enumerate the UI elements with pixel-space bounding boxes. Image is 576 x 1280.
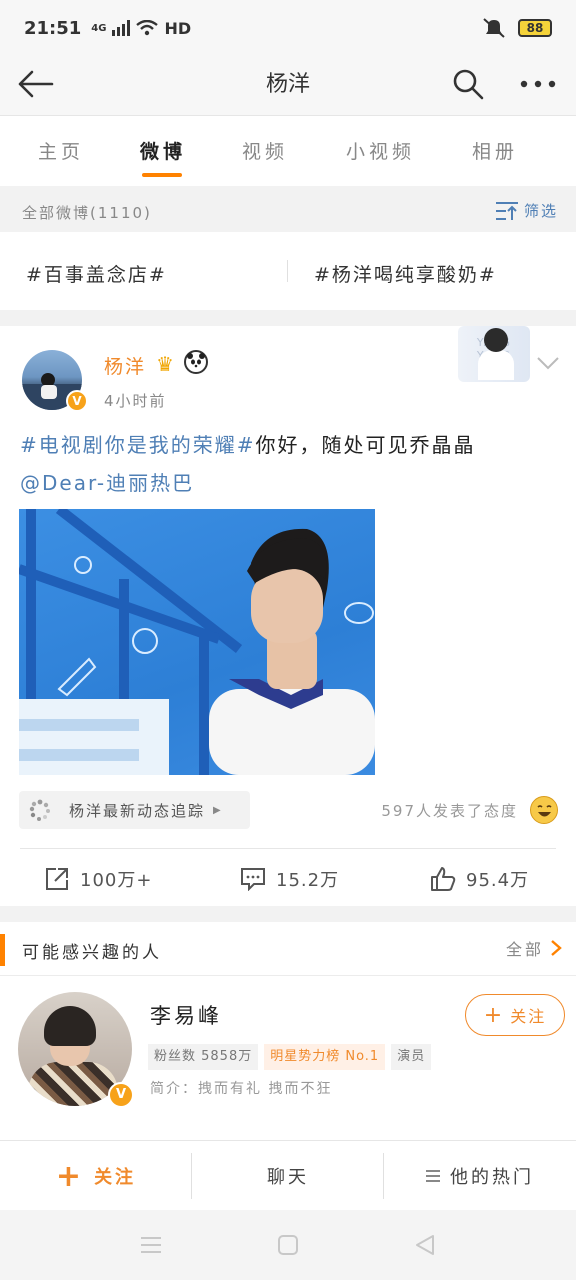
section-gap-2 [0,906,576,922]
verified-badge-icon: V [66,390,88,412]
reaction-summary[interactable]: 597人发表了态度 [381,800,518,821]
post-mention-link[interactable]: @Dear-迪丽热巴 [20,471,194,495]
post-image[interactable] [19,509,375,775]
profession-tag: 演员 [391,1044,432,1070]
hot-posts-button[interactable]: 他的热门 [384,1141,576,1211]
more-dots-icon [520,80,556,88]
crown-icon: ♛ [156,352,174,376]
post-body: 你好，随处可见乔晶晶 [255,433,476,457]
hot-posts-label: 他的热门 [450,1167,534,1188]
filter-bar: 全部微博(1110) 筛选 [0,186,576,232]
signal-icon [112,20,131,36]
topic-link-2[interactable]: #杨洋喝纯享酸奶# [314,260,497,287]
active-tab-indicator [142,173,182,177]
suggested-person-row[interactable]: V 李易峰 + 关注 粉丝数 5858万 明星势力榜 No.1 演员 简介：拽而… [0,976,576,1124]
chat-label: 聊天 [267,1167,309,1188]
tab-video[interactable]: 视频 [242,137,288,164]
tracker-arrow-icon: ▶ [213,804,223,816]
follow-person-label: 关注 [510,1007,547,1026]
filter-label: 筛选 [523,202,558,220]
hd-label: HD [164,18,192,38]
card-decoration-badge: YANG YANG [458,326,530,382]
repost-button[interactable]: 100万+ [44,866,152,892]
post-topic-link[interactable]: #电视剧你是我的荣耀# [20,433,256,457]
network-label: 4G [91,22,107,34]
tab-album[interactable]: 相册 [472,137,518,164]
battery-indicator: 88 [518,19,552,37]
thumbs-up-icon [431,867,456,891]
suggested-people-header: 可能感兴趣的人 全部 [0,922,576,976]
suggested-title: 可能感兴趣的人 [22,943,162,963]
repost-icon [46,868,68,890]
tracker-loader-icon [29,799,50,821]
recent-apps-icon[interactable] [140,1234,162,1256]
topic-link-1[interactable]: #百事盖念店# [26,260,167,287]
like-count: 95.4万 [466,870,530,891]
like-button[interactable]: 95.4万 [430,866,529,892]
follow-label: 关注 [94,1167,137,1188]
signal-indicator: 4G HD [91,19,191,38]
person-verified-badge-icon: V [108,1082,134,1108]
see-all-button[interactable]: 全部 [506,936,562,960]
tab-weibo[interactable]: 微博 [140,137,186,164]
author-name[interactable]: 杨洋 [104,352,146,379]
panda-icon [184,350,208,374]
section-gap [0,310,576,326]
home-icon[interactable] [277,1234,299,1256]
search-button[interactable] [446,62,490,106]
mute-icon [483,18,505,38]
ranking-tag: 明星势力榜 No.1 [264,1044,386,1070]
section-accent-bar [0,934,5,966]
repost-count: 100万+ [80,870,153,891]
profile-tabs: 主页 微博 视频 小视频 相册 [0,117,576,185]
fans-tag: 粉丝数 5858万 [148,1044,259,1070]
topic-row: #百事盖念店# #杨洋喝纯享酸奶# [0,232,576,310]
laugh-emoji-icon [530,796,558,824]
bottom-action-bar: + 关注 聊天 他的热门 [0,1140,576,1210]
filter-button[interactable]: 筛选 [495,200,558,221]
person-name[interactable]: 李易峰 [150,1000,222,1030]
post-menu-chevron-icon[interactable] [536,356,560,370]
status-time: 21:51 [24,17,82,39]
post-time: 4小时前 [104,392,167,410]
weibo-post-card: V 杨洋 ♛ 4小时前 YANG YANG #电视剧你是我的荣耀#你好，随处可见… [0,326,576,906]
back-triangle-icon[interactable] [414,1234,436,1256]
plus-icon: + [483,1002,505,1028]
wifi-icon [136,20,159,36]
list-icon [426,1170,440,1182]
search-icon [453,69,484,100]
trend-tracker-button[interactable]: 杨洋最新动态追踪 ▶ [19,791,250,829]
comment-count: 15.2万 [276,870,340,891]
person-tags: 粉丝数 5858万 明星势力榜 No.1 演员 [148,1044,432,1070]
more-button[interactable] [516,62,560,106]
tracker-label: 杨洋最新动态追踪 [69,801,206,820]
comment-button[interactable]: 15.2万 [240,866,339,892]
comment-icon [241,868,265,891]
see-all-label: 全部 [505,940,544,959]
post-text: #电视剧你是我的荣耀#你好，随处可见乔晶晶 @Dear-迪丽热巴 [20,426,556,502]
system-nav-bar [0,1210,576,1280]
person-intro: 简介：拽而有礼 拽而不狂 [150,1081,333,1097]
chevron-right-icon [551,940,562,956]
follow-plus-icon: + [55,1158,85,1194]
follow-button[interactable]: + 关注 [0,1141,192,1211]
tab-short-video[interactable]: 小视频 [346,137,415,164]
post-divider [20,848,556,849]
chat-button[interactable]: 聊天 [192,1141,384,1211]
top-header: 杨洋 [0,56,576,116]
filter-icon [495,201,518,220]
tab-home[interactable]: 主页 [38,137,84,164]
topic-divider [287,260,288,282]
weibo-count: 全部微博(1110) [22,204,152,222]
author-avatar[interactable]: V [22,350,88,412]
follow-person-button[interactable]: + 关注 [465,994,565,1036]
status-bar: 21:51 4G HD 88 [0,0,576,56]
